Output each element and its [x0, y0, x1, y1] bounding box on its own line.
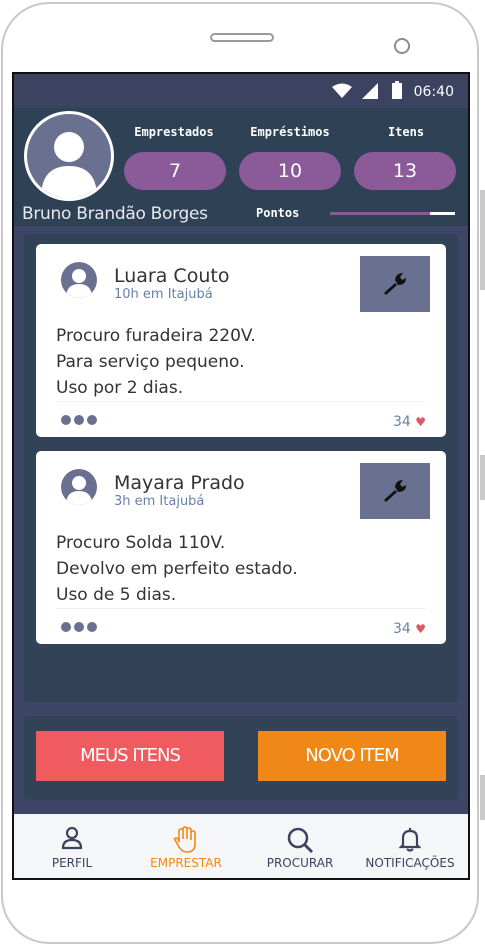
status-time: 06:40: [413, 84, 454, 100]
signal-icon: [362, 83, 378, 99]
side-button: [480, 775, 485, 820]
status-bar: 06:40: [14, 74, 468, 108]
tab-notificacoes[interactable]: NOTIFICAÇÕES: [360, 814, 460, 878]
post-card[interactable]: Luara Couto 10h em Itajubá Procuro furad…: [36, 244, 446, 437]
user-icon: [61, 826, 83, 850]
post-line: Uso de 5 dias.: [56, 585, 177, 605]
bell-icon: [399, 828, 421, 852]
post-author[interactable]: Luara Couto: [114, 265, 229, 287]
more-options-icon[interactable]: [61, 415, 100, 428]
avatar[interactable]: [24, 111, 114, 201]
battery-icon: [392, 81, 402, 99]
post-line: Devolvo em perfeito estado.: [56, 559, 298, 579]
speaker-grille: [210, 33, 274, 42]
post-line: Para serviço pequeno.: [56, 352, 245, 372]
action-bar: MEUS ITENS NOVO ITEM: [24, 716, 458, 800]
tab-emprestar[interactable]: EMPRESTAR: [140, 814, 232, 878]
post-meta: 10h em Itajubá: [114, 287, 213, 302]
points-label: Pontos: [256, 206, 300, 220]
tab-label: PERFIL: [51, 856, 93, 870]
stat-label-emprestados: Emprestados: [134, 125, 214, 139]
tool-thumbnail[interactable]: [360, 256, 430, 312]
card-divider: [56, 608, 426, 609]
user-silhouette-icon: [66, 269, 92, 298]
likes-count[interactable]: 34 ♥: [393, 621, 426, 637]
points-progress-fill: [330, 212, 430, 215]
post-card[interactable]: Mayara Prado 3h em Itajubá Procuro Solda…: [36, 451, 446, 644]
posts-feed[interactable]: Luara Couto 10h em Itajubá Procuro furad…: [24, 234, 458, 702]
tool-thumbnail[interactable]: [360, 463, 430, 519]
user-silhouette-icon: [66, 476, 92, 505]
post-body: Procuro furadeira 220V. Para serviço peq…: [56, 323, 256, 401]
user-silhouette-icon: [41, 132, 97, 198]
tab-label: NOTIFICAÇÕES: [365, 856, 455, 870]
likes-value: 34: [392, 621, 411, 637]
heart-icon: ♥: [415, 415, 426, 429]
my-items-button[interactable]: MEUS ITENS: [36, 731, 224, 781]
hand-icon: [173, 826, 196, 853]
bottom-tab-bar: PERFIL EMPRESTAR PROCURAR NOTIFICAÇÕES: [14, 814, 468, 878]
post-author[interactable]: Mayara Prado: [114, 472, 245, 494]
heart-icon: ♥: [415, 622, 426, 636]
stat-value-emprestimos[interactable]: 10: [239, 152, 341, 190]
front-camera: [394, 38, 410, 54]
search-icon: [287, 827, 313, 853]
user-name: Bruno Brandão Borges: [22, 204, 208, 224]
likes-count[interactable]: 34 ♥: [393, 414, 426, 430]
stat-label-emprestimos: Empréstimos: [250, 125, 330, 139]
author-avatar[interactable]: [61, 469, 97, 505]
stat-value-itens[interactable]: 13: [354, 152, 456, 190]
post-line: Procuro furadeira 220V.: [56, 326, 256, 346]
card-divider: [56, 401, 426, 402]
wrench-icon: [384, 273, 406, 295]
tab-procurar[interactable]: PROCURAR: [254, 814, 346, 878]
power-button: [480, 455, 485, 500]
points-progress-bar: [330, 212, 455, 215]
more-options-icon[interactable]: [61, 622, 100, 635]
likes-value: 34: [392, 414, 411, 430]
author-avatar[interactable]: [61, 262, 97, 298]
wrench-icon: [384, 480, 406, 502]
tab-label: PROCURAR: [266, 856, 334, 870]
tab-perfil[interactable]: PERFIL: [26, 814, 118, 878]
wifi-icon: [332, 83, 352, 98]
post-line: Procuro Solda 110V.: [56, 533, 226, 553]
post-body: Procuro Solda 110V. Devolvo em perfeito …: [56, 530, 298, 608]
stat-label-itens: Itens: [387, 125, 425, 139]
new-item-button[interactable]: NOVO ITEM: [258, 731, 446, 781]
profile-header: Emprestados Empréstimos Itens 7 10 13 Br…: [14, 108, 468, 226]
post-meta: 3h em Itajubá: [114, 494, 205, 509]
stat-value-emprestados[interactable]: 7: [124, 152, 226, 190]
post-line: Uso por 2 dias.: [56, 378, 184, 398]
tab-label: EMPRESTAR: [150, 856, 222, 870]
volume-button: [480, 190, 485, 290]
app-screen: 06:40 Emprestados Empréstimos Itens 7 10…: [12, 72, 470, 880]
